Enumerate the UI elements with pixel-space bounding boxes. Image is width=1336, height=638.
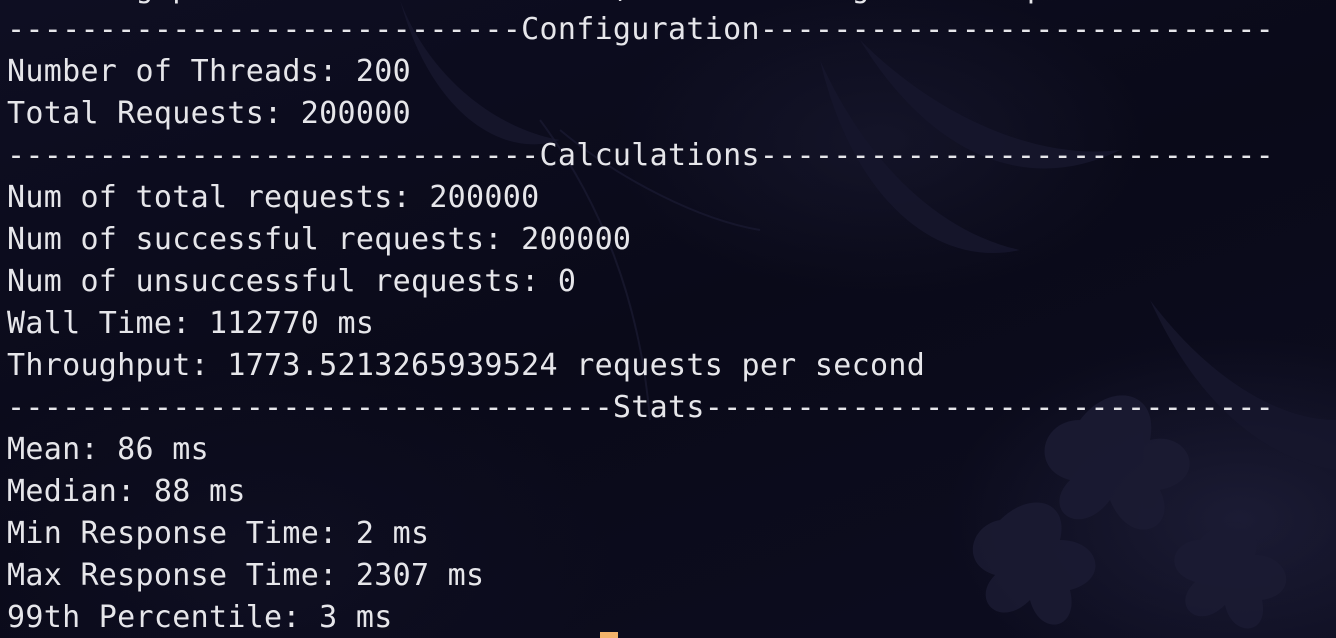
- terminal-line: Num of total requests: 200000: [7, 180, 540, 215]
- terminal-line: Mean: 86 ms: [7, 432, 209, 467]
- terminal-line: Starting phase 2 with 200 threads, each …: [7, 0, 1327, 9]
- terminal-line: Wall Time: 112770 ms: [7, 306, 375, 341]
- terminal-line: Max Response Time: 2307 ms: [7, 558, 485, 593]
- terminal-line: Number of Threads: 200: [7, 54, 411, 89]
- terminal-cursor[interactable]: [600, 632, 618, 638]
- terminal-line: 99th Percentile: 3 ms: [7, 600, 393, 635]
- terminal-line: Median: 88 ms: [7, 474, 246, 509]
- terminal-line: Total Requests: 200000: [7, 96, 411, 131]
- terminal-line: Num of successful requests: 200000: [7, 222, 632, 257]
- terminal-line: Throughput: 1773.5213265939524 requests …: [7, 348, 926, 383]
- terminal-output: Starting phase 2 with 200 threads, each …: [7, 0, 1327, 638]
- terminal-line: Min Response Time: 2 ms: [7, 516, 430, 551]
- section-divider-calculations: -----------------------------Calculation…: [7, 138, 1274, 173]
- section-divider-stats: ---------------------------------Stats--…: [7, 390, 1274, 425]
- terminal-line: Num of unsuccessful requests: 0: [7, 264, 577, 299]
- section-divider-configuration: ----------------------------Configuratio…: [7, 12, 1274, 47]
